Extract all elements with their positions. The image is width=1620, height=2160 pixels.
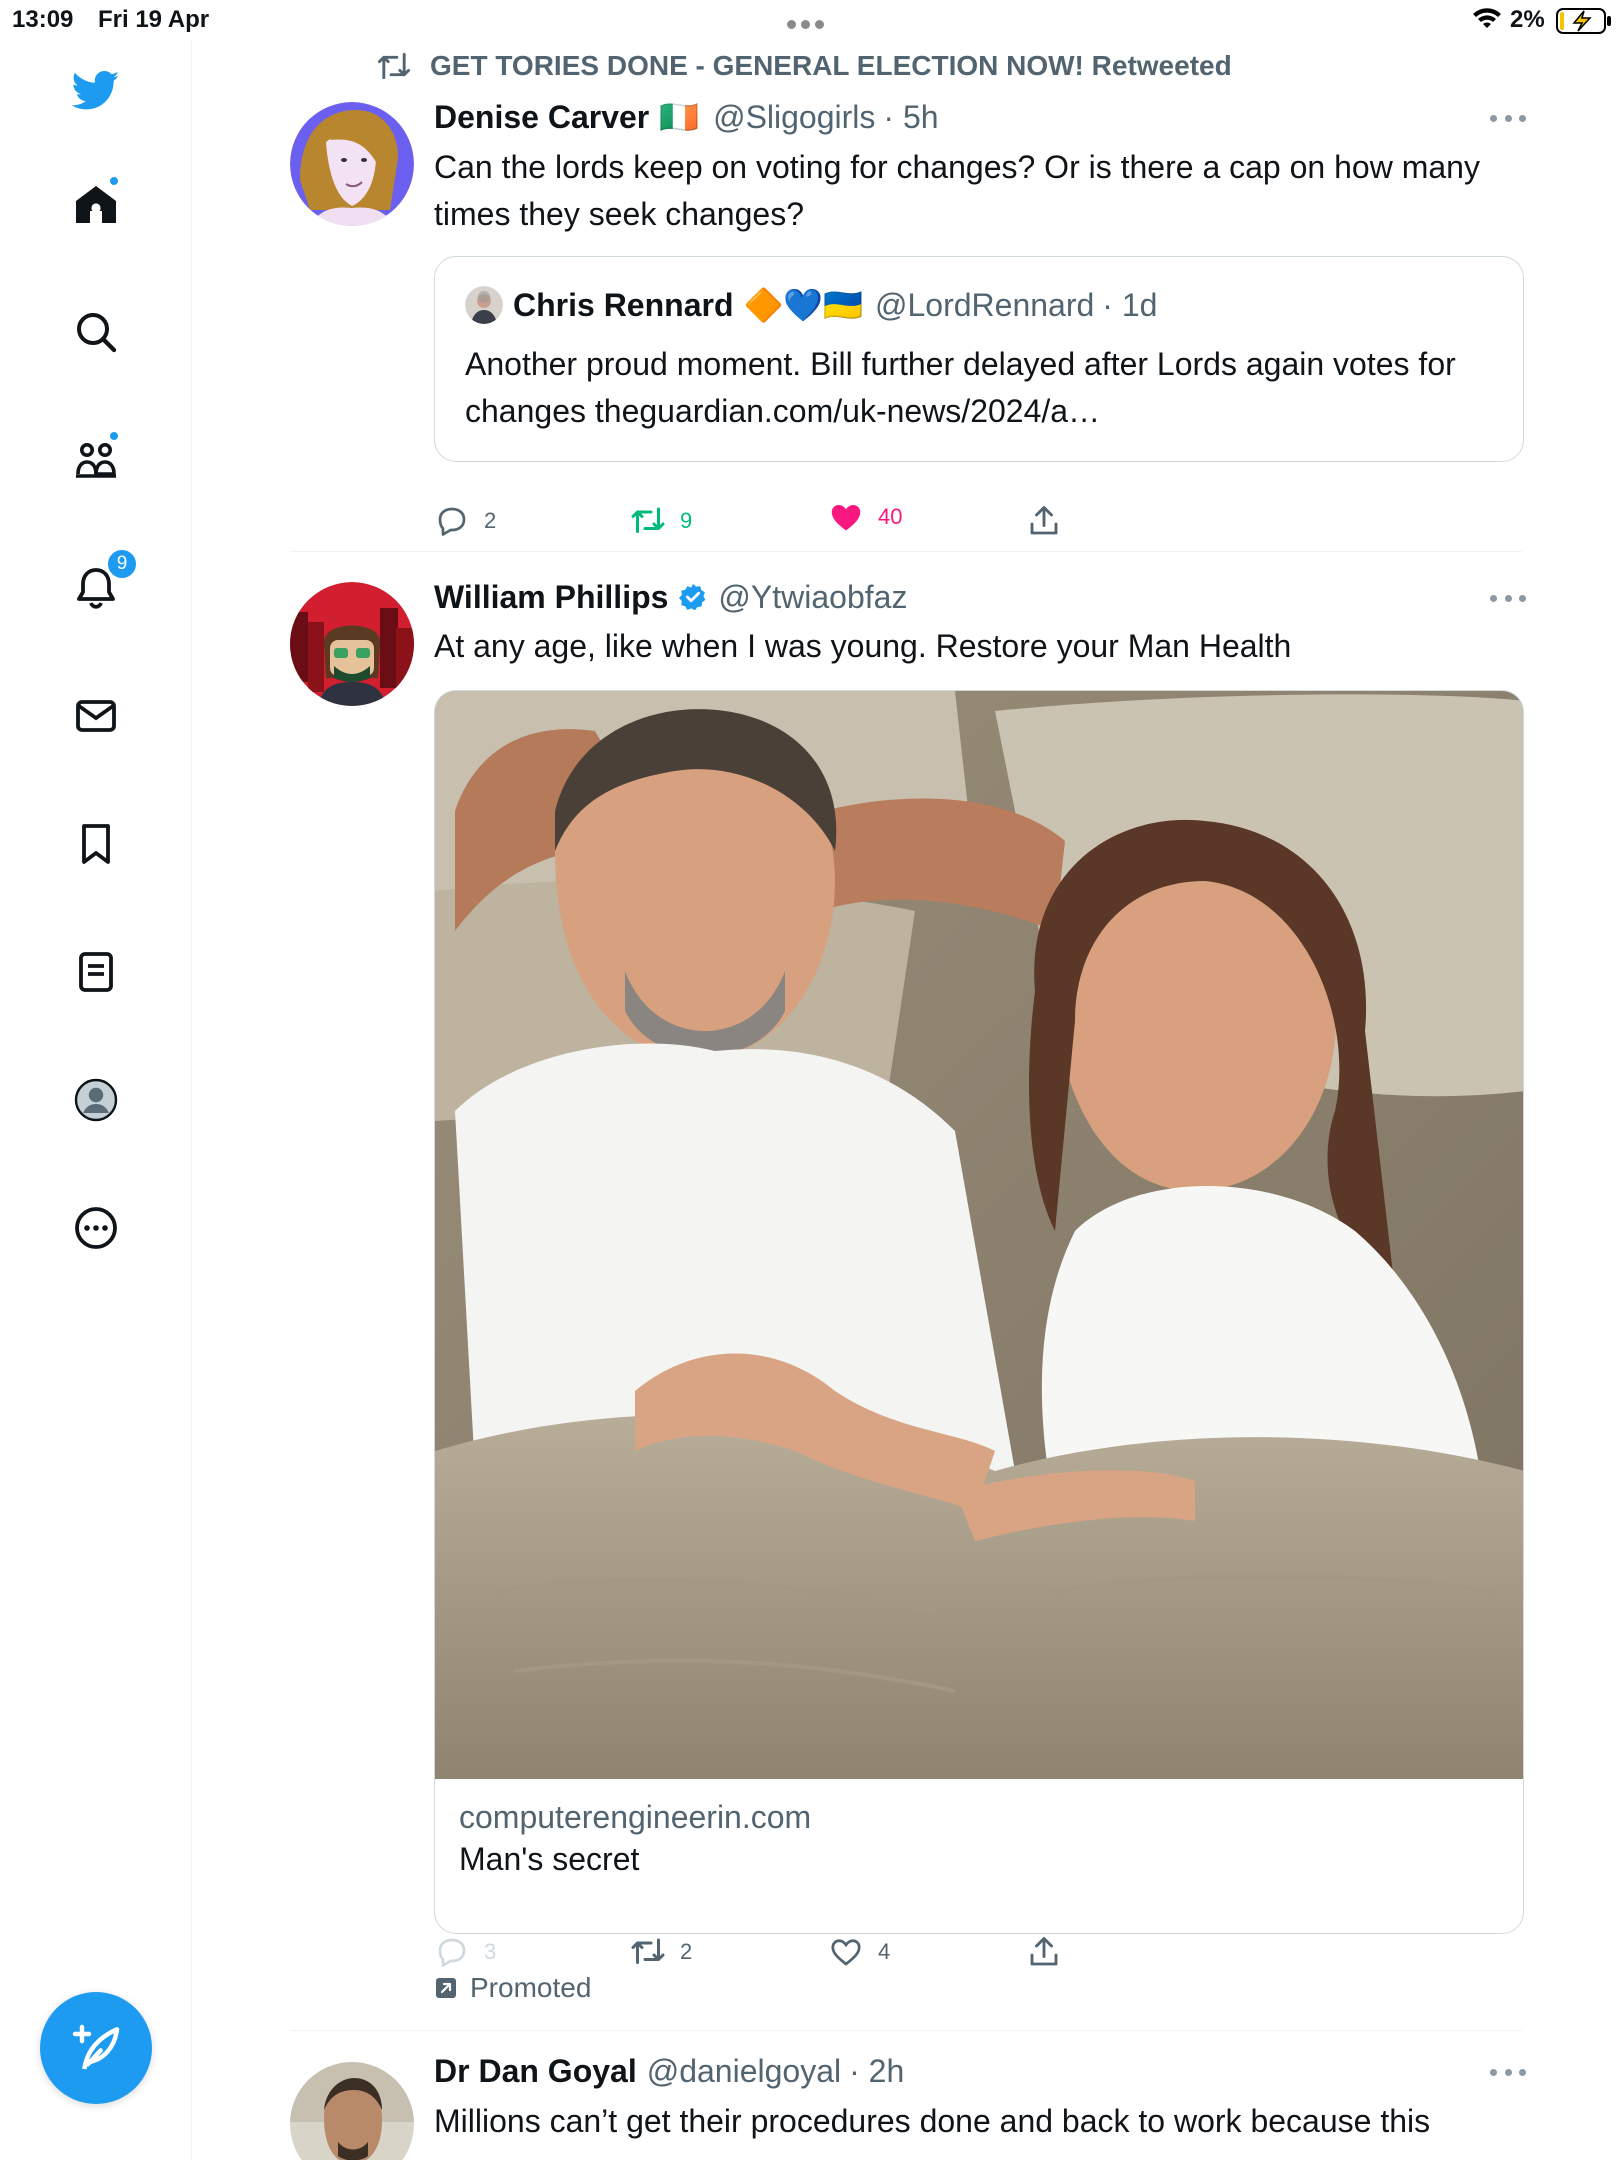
tweet-divider <box>290 2030 1522 2031</box>
tweet-header: Denise Carver 🇮🇪 @Sligogirls · 5h <box>434 96 939 138</box>
retweet-count: 2 <box>680 1939 693 1964</box>
nav-home[interactable] <box>68 175 124 233</box>
quoted-tweet-text: Another proud moment. Bill further delay… <box>465 346 1456 429</box>
communities-new-dot <box>108 430 120 442</box>
quoted-tweet[interactable]: Chris Rennard 🔶💙🇺🇦 @LordRennard · 1d Ano… <box>434 256 1524 462</box>
nav-profile[interactable] <box>68 1072 124 1128</box>
avatar-dan-goyal[interactable] <box>290 2062 414 2160</box>
share-button[interactable] <box>1026 1932 1076 1972</box>
home-icon <box>76 186 116 223</box>
communities-icon <box>76 443 116 478</box>
tweet-header: William Phillips @Ytwiaobfaz <box>434 576 907 618</box>
status-time: 13:09 <box>12 6 74 33</box>
like-button[interactable]: 4 <box>828 1932 890 1972</box>
like-count: 4 <box>878 1939 891 1964</box>
retweet-context[interactable]: GET TORIES DONE - GENERAL ELECTION NOW! … <box>376 48 1232 84</box>
timeline-feed: GET TORIES DONE - GENERAL ELECTION NOW! … <box>192 40 1620 2160</box>
status-date: Fri 19 Apr <box>98 6 210 33</box>
avatar-william-phillips[interactable] <box>290 582 414 706</box>
mail-icon <box>76 700 116 732</box>
quoted-author-name: Chris Rennard <box>513 286 734 323</box>
ad-photo-couple-in-bed <box>435 691 1523 1779</box>
promoted-icon <box>436 1978 456 1998</box>
tweet-text: Can the lords keep on voting for changes… <box>434 149 1480 232</box>
share-icon <box>1030 506 1058 535</box>
avatar-denise-carver[interactable] <box>290 102 414 226</box>
retweet-button[interactable]: 9 <box>630 501 692 541</box>
retweet-icon <box>631 507 665 533</box>
retweet-count: 9 <box>680 508 693 533</box>
home-new-dot <box>108 175 120 187</box>
promoted-text: Promoted <box>470 1972 592 2003</box>
heart-filled-icon <box>831 505 861 531</box>
like-count: 40 <box>878 504 903 529</box>
author-name[interactable]: Dr Dan Goyal <box>434 2053 637 2090</box>
heart-icon <box>831 1939 861 1966</box>
tweet-time[interactable]: · 5h <box>883 99 938 136</box>
status-bar: 13:09 Fri 19 Apr 2% <box>0 0 1620 40</box>
retweet-button[interactable]: 2 <box>630 1932 692 1972</box>
tweet-actions: 2 9 40 <box>434 501 1434 541</box>
author-handle[interactable]: @Ytwiaobfaz <box>718 579 907 616</box>
nav-notifications[interactable]: 9 <box>68 548 138 616</box>
tweet-text: At any age, like when I was young. Resto… <box>434 628 1292 664</box>
card-title[interactable]: Man's secret <box>459 1841 639 1878</box>
tweet-more-button[interactable] <box>1490 2069 1526 2079</box>
quoted-tweet-time: · 1d <box>1102 286 1158 323</box>
reply-icon <box>438 1938 466 1967</box>
twitter-logo-icon[interactable] <box>68 62 124 118</box>
like-button[interactable]: 40 <box>828 497 902 537</box>
tweet-time[interactable]: · 2h <box>849 2053 904 2090</box>
nav-messages[interactable] <box>68 688 124 744</box>
share-icon <box>1030 1937 1058 1966</box>
verified-badge-icon <box>679 583 706 611</box>
multitasking-dots-icon[interactable] <box>787 16 833 29</box>
retweet-icon <box>631 1938 665 1964</box>
sidebar-nav: 9 <box>0 40 192 2160</box>
reply-button[interactable]: 2 <box>434 501 496 541</box>
nav-more[interactable] <box>68 1200 124 1256</box>
author-name[interactable]: William Phillips <box>434 579 668 616</box>
quoted-author-emojis: 🔶💙🇺🇦 <box>743 287 864 323</box>
compose-tweet-button[interactable] <box>40 1992 152 2104</box>
profile-icon <box>74 1078 118 1122</box>
nav-search[interactable] <box>68 304 124 360</box>
nav-communities[interactable] <box>68 430 124 488</box>
quoted-author-handle: @LordRennard <box>875 286 1095 323</box>
nav-bookmarks[interactable] <box>68 816 124 872</box>
tweet-more-button[interactable] <box>1490 595 1526 605</box>
notifications-count-badge: 9 <box>106 548 138 580</box>
list-icon <box>79 952 113 992</box>
author-name[interactable]: Denise Carver <box>434 99 649 136</box>
more-circle-icon <box>75 1207 117 1249</box>
reply-count: 2 <box>484 508 497 533</box>
reply-count: 3 <box>484 1939 497 1964</box>
compose-icon <box>72 2024 120 2070</box>
tweet-divider <box>290 551 1522 552</box>
reply-button[interactable]: 3 <box>434 1932 496 1972</box>
promoted-label[interactable]: Promoted <box>434 1968 591 2008</box>
tweet-text: Millions can’t get their procedures done… <box>434 2103 1431 2139</box>
retweet-context-label: GET TORIES DONE - GENERAL ELECTION NOW! … <box>430 50 1232 81</box>
author-handle[interactable]: @danielgoyal <box>647 2053 841 2090</box>
author-handle[interactable]: @Sligogirls <box>713 99 875 136</box>
wifi-icon <box>1473 8 1501 28</box>
battery-charging-icon <box>1556 8 1611 34</box>
quoted-tweet-header: Chris Rennard 🔶💙🇺🇦 @LordRennard · 1d <box>465 283 1157 327</box>
share-button[interactable] <box>1026 501 1076 541</box>
flag-emoji: 🇮🇪 <box>659 99 700 135</box>
battery-percent: 2% <box>1510 6 1545 33</box>
tweet-actions: 3 2 4 <box>434 1932 1434 1972</box>
reply-icon <box>438 507 466 536</box>
nav-lists[interactable] <box>68 944 124 1000</box>
tweet-header: Dr Dan Goyal @danielgoyal · 2h <box>434 2050 904 2092</box>
retweet-icon <box>378 52 410 80</box>
search-icon <box>77 313 117 353</box>
tweet-more-button[interactable] <box>1490 115 1526 125</box>
bookmark-icon <box>82 824 110 864</box>
link-card[interactable]: computerengineerin.com Man's secret <box>434 690 1524 1934</box>
avatar-chris-rennard <box>465 286 503 324</box>
card-domain[interactable]: computerengineerin.com <box>459 1799 811 1836</box>
